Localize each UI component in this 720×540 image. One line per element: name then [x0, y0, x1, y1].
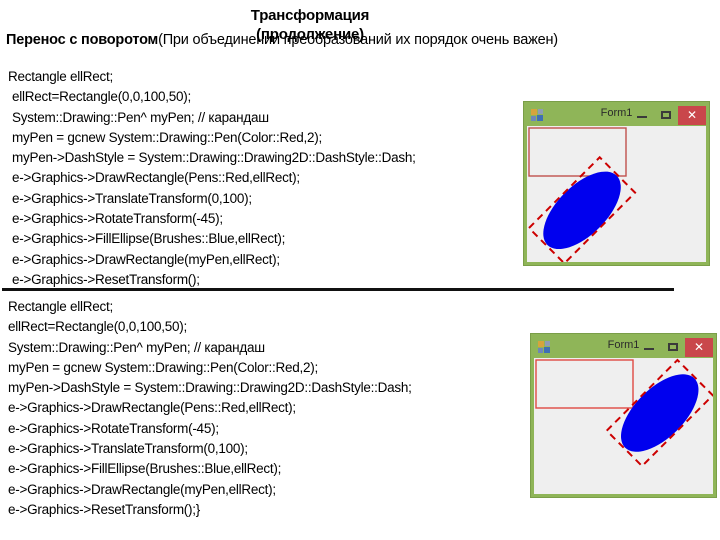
code-line: myPen = gcnew System::Drawing::Pen(Color…	[8, 359, 319, 375]
minimize-button[interactable]	[637, 338, 661, 357]
code-line: e->Graphics->DrawRectangle(myPen,ellRect…	[8, 481, 276, 497]
code-line: e->Graphics->DrawRectangle(Pens::Red,ell…	[12, 170, 300, 186]
form-graphics-canvas	[535, 358, 713, 468]
form-graphics-canvas	[527, 127, 637, 262]
section-divider	[2, 288, 674, 291]
maximize-button[interactable]	[654, 106, 678, 125]
code-line: e->Graphics->DrawRectangle(Pens::Red,ell…	[8, 400, 296, 416]
page-title-line-2: (продолжение)	[256, 26, 364, 43]
maximize-icon	[661, 111, 671, 119]
code-line: myPen = gcnew System::Drawing::Pen(Color…	[12, 129, 323, 145]
code-line: e->Graphics->TranslateTransform(0,100);	[12, 190, 252, 206]
code-line: e->Graphics->FillEllipse(Brushes::Blue,e…	[12, 231, 286, 247]
minimize-button[interactable]	[630, 106, 654, 125]
code-line: e->Graphics->RotateTransform(-45);	[8, 420, 219, 436]
close-button[interactable]: ✕	[685, 338, 713, 357]
code-line: myPen->DashStyle = System::Drawing::Draw…	[8, 380, 412, 396]
code-line: System::Drawing::Pen^ myPen; // карандаш	[8, 339, 265, 355]
form-client-area	[534, 358, 713, 494]
close-icon: ✕	[693, 340, 705, 354]
solid-red-rectangle	[528, 127, 627, 177]
close-button[interactable]: ✕	[678, 106, 706, 125]
code-line: Rectangle ellRect;	[8, 299, 114, 314]
transformed-group	[527, 155, 637, 262]
code-line: System::Drawing::Pen^ myPen; // карандаш	[12, 109, 269, 125]
minimize-icon	[644, 348, 654, 350]
maximize-icon	[668, 343, 678, 351]
code-line: ellRect=Rectangle(0,0,100,50);	[12, 89, 191, 105]
code-line: e->Graphics->FillEllipse(Brushes::Blue,e…	[8, 461, 282, 477]
code-line: ellRect=Rectangle(0,0,100,50);	[8, 319, 187, 335]
maximize-button[interactable]	[661, 338, 685, 357]
transformed-group	[605, 358, 713, 468]
code-block-rotate-then-translate: Rectangle ellRect; ellRect=Rectangle(0,0…	[8, 297, 412, 520]
code-line: Rectangle ellRect;	[8, 69, 114, 84]
solid-red-rectangle	[535, 359, 634, 409]
code-line: e->Graphics->RotateTransform(-45);	[12, 211, 223, 227]
code-line: e->Graphics->ResetTransform();}	[8, 501, 201, 517]
code-line: e->Graphics->TranslateTransform(0,100);	[8, 441, 248, 457]
form-titlebar: Form1 ✕	[527, 105, 706, 126]
page-title: Трансформация (продолжение)	[150, 6, 470, 44]
form-titlebar: Form1 ✕	[534, 337, 713, 358]
form-window-translate-then-rotate: Form1 ✕	[523, 101, 710, 266]
minimize-icon	[637, 116, 647, 118]
page-title-line-1: Трансформация	[250, 7, 370, 24]
lead-strong-text: Перенос с поворотом	[6, 32, 159, 48]
form-client-area	[527, 126, 706, 262]
form-window-rotate-then-translate: Form1 ✕	[530, 333, 717, 498]
close-icon: ✕	[686, 108, 698, 122]
code-block-translate-then-rotate: Rectangle ellRect; ellRect=Rectangle(0,0…	[8, 67, 416, 290]
code-line: myPen->DashStyle = System::Drawing::Draw…	[12, 150, 416, 166]
code-line: e->Graphics->DrawRectangle(myPen,ellRect…	[12, 251, 280, 267]
